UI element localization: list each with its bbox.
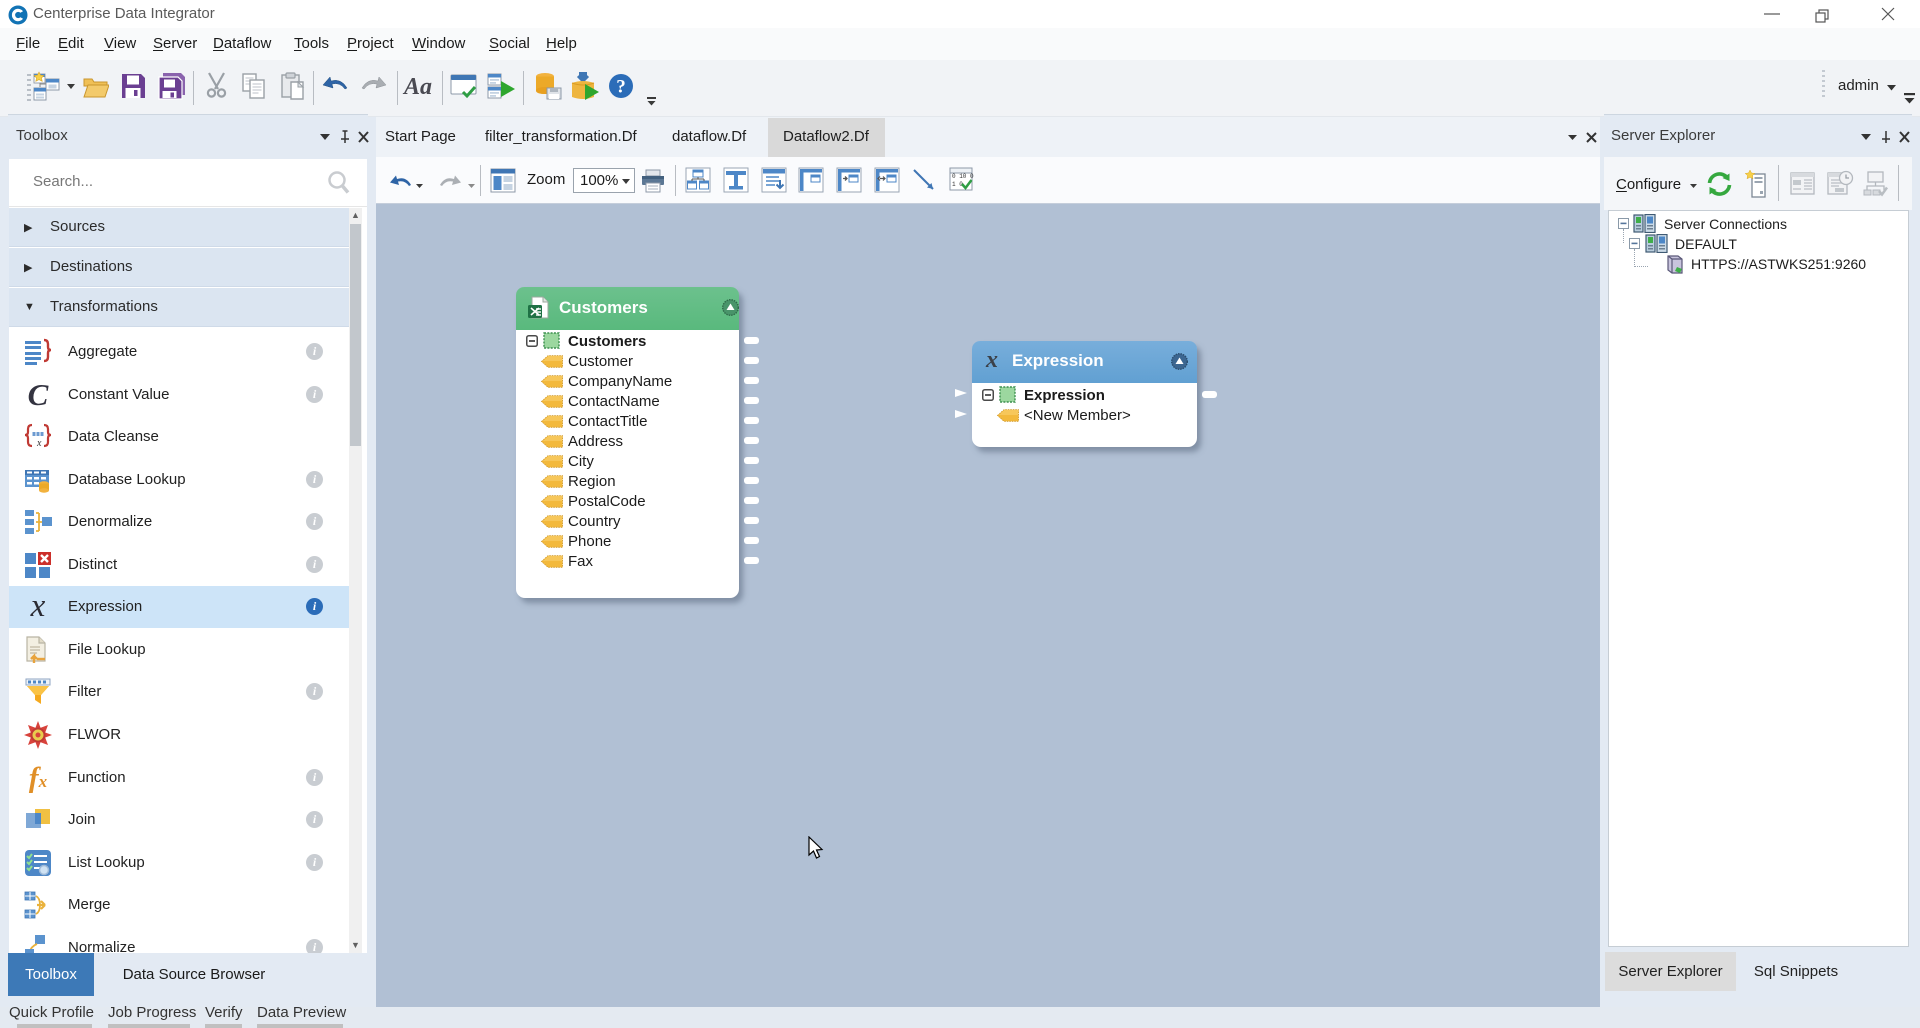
svg-text:x: x bbox=[36, 438, 42, 449]
svg-text:0 10 0 1: 0 10 0 1 bbox=[952, 173, 976, 180]
svg-text:?: ? bbox=[616, 77, 626, 98]
